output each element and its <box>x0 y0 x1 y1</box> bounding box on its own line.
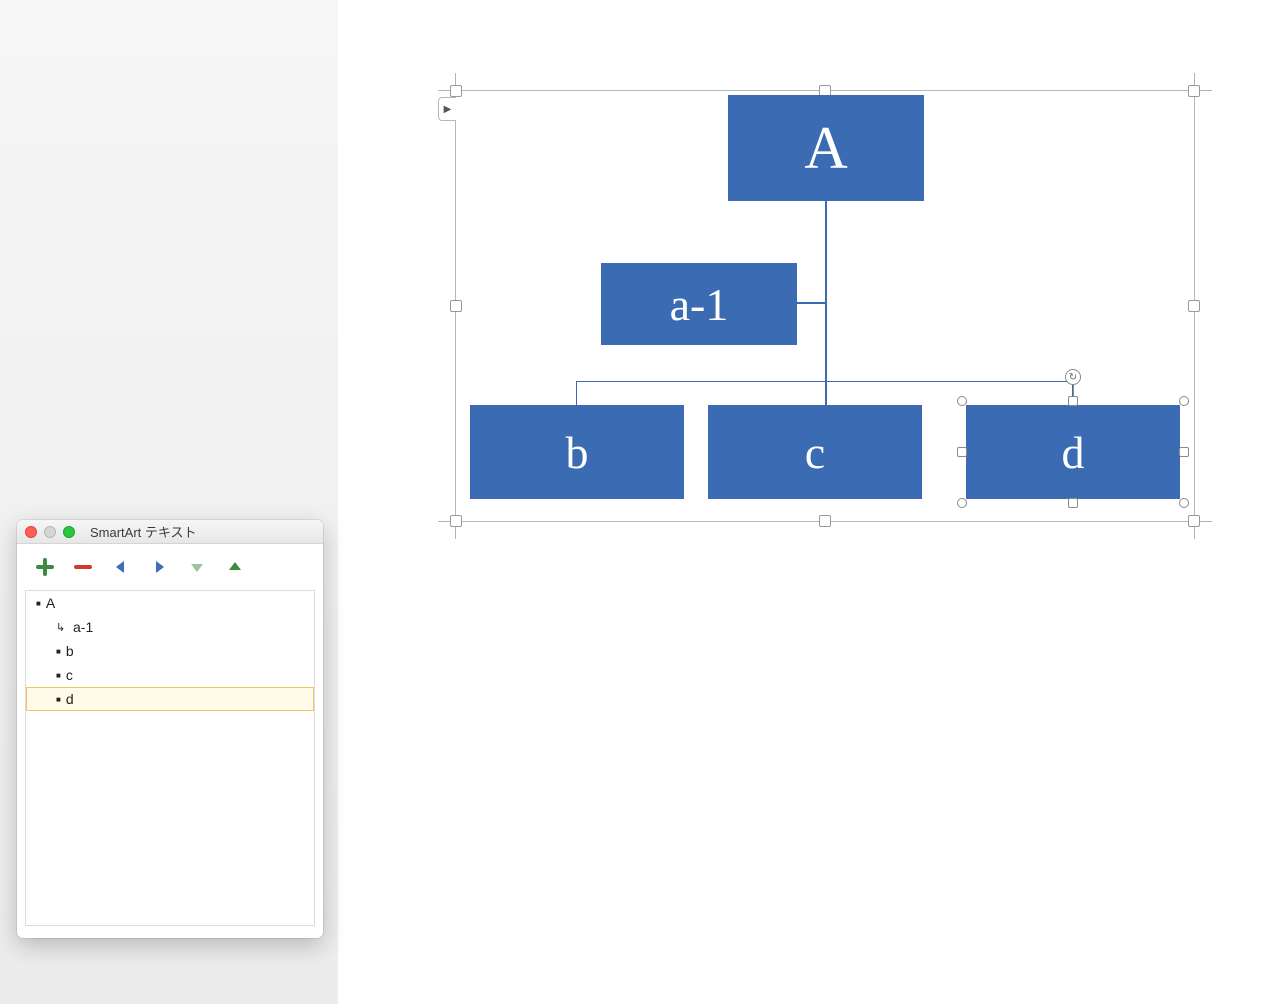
remove-shape-button[interactable] <box>73 557 93 577</box>
node-label: d <box>1062 426 1085 479</box>
resize-handle[interactable] <box>819 515 831 527</box>
outline-text: b <box>66 643 74 659</box>
resize-handle[interactable] <box>1188 300 1200 312</box>
outline-text: A <box>46 595 55 611</box>
outline-item[interactable]: ■ A <box>26 591 314 615</box>
move-up-button[interactable] <box>225 557 245 577</box>
window-close-button[interactable] <box>25 526 37 538</box>
org-node-assistant[interactable]: a-1 <box>601 263 797 345</box>
resize-handle[interactable] <box>957 498 967 508</box>
connector-line <box>576 381 1073 382</box>
outline-item[interactable]: ■ b <box>26 639 314 663</box>
node-label: b <box>566 426 589 479</box>
smartart-graphic[interactable]: ▶ A a-1 b c d ↻ <box>455 90 1195 522</box>
chevron-right-icon: ▶ <box>444 104 452 115</box>
resize-handle[interactable] <box>450 85 462 97</box>
connector-line <box>797 302 826 304</box>
outline-item[interactable]: ■ c <box>26 663 314 687</box>
indent-button[interactable] <box>149 557 169 577</box>
window-title: SmartArt テキスト <box>90 522 197 541</box>
outline-text: d <box>66 691 74 707</box>
outdent-button[interactable] <box>111 557 131 577</box>
arrow-up-icon <box>226 558 244 576</box>
arrow-left-icon <box>112 558 130 576</box>
resize-handle[interactable] <box>1179 498 1189 508</box>
assistant-indicator-icon: ↳ <box>56 621 68 634</box>
window-zoom-button[interactable] <box>63 526 75 538</box>
org-node-root[interactable]: A <box>728 95 924 201</box>
bullet-icon: ■ <box>56 647 61 656</box>
resize-handle[interactable] <box>1068 498 1078 508</box>
org-node-child-selected[interactable]: d <box>966 405 1180 499</box>
bullet-icon: ■ <box>36 599 41 608</box>
add-shape-button[interactable] <box>35 557 55 577</box>
bullet-icon: ■ <box>56 671 61 680</box>
connector-line <box>1072 381 1073 405</box>
connector-line <box>576 381 577 405</box>
bullet-icon: ■ <box>56 695 61 704</box>
resize-handle[interactable] <box>450 515 462 527</box>
org-node-child[interactable]: c <box>708 405 922 499</box>
org-node-child[interactable]: b <box>470 405 684 499</box>
text-pane-toggle[interactable]: ▶ <box>438 97 456 121</box>
resize-handle[interactable] <box>1188 515 1200 527</box>
resize-handle[interactable] <box>450 300 462 312</box>
arrow-right-icon <box>150 558 168 576</box>
rotate-handle[interactable]: ↻ <box>1065 369 1081 385</box>
resize-handle[interactable] <box>1179 447 1189 457</box>
arrow-down-icon <box>188 558 206 576</box>
text-pane-toolbar <box>17 544 323 590</box>
node-label: c <box>805 426 825 479</box>
smartart-text-pane[interactable]: SmartArt テキスト ■ A ↳ a-1 ■ <box>17 520 323 938</box>
text-pane-outline[interactable]: ■ A ↳ a-1 ■ b ■ c ■ d <box>25 590 315 926</box>
resize-handle[interactable] <box>1179 396 1189 406</box>
minus-icon <box>74 558 92 576</box>
outline-text: c <box>66 667 73 683</box>
move-down-button[interactable] <box>187 557 207 577</box>
node-label: A <box>804 114 847 183</box>
outline-item-selected[interactable]: ■ d <box>26 687 314 711</box>
window-minimize-button <box>44 526 56 538</box>
outline-text: a-1 <box>73 619 93 635</box>
resize-handle[interactable] <box>1188 85 1200 97</box>
plus-icon <box>36 558 54 576</box>
window-titlebar[interactable]: SmartArt テキスト <box>17 520 323 544</box>
outline-item[interactable]: ↳ a-1 <box>26 615 314 639</box>
node-label: a-1 <box>670 278 729 331</box>
